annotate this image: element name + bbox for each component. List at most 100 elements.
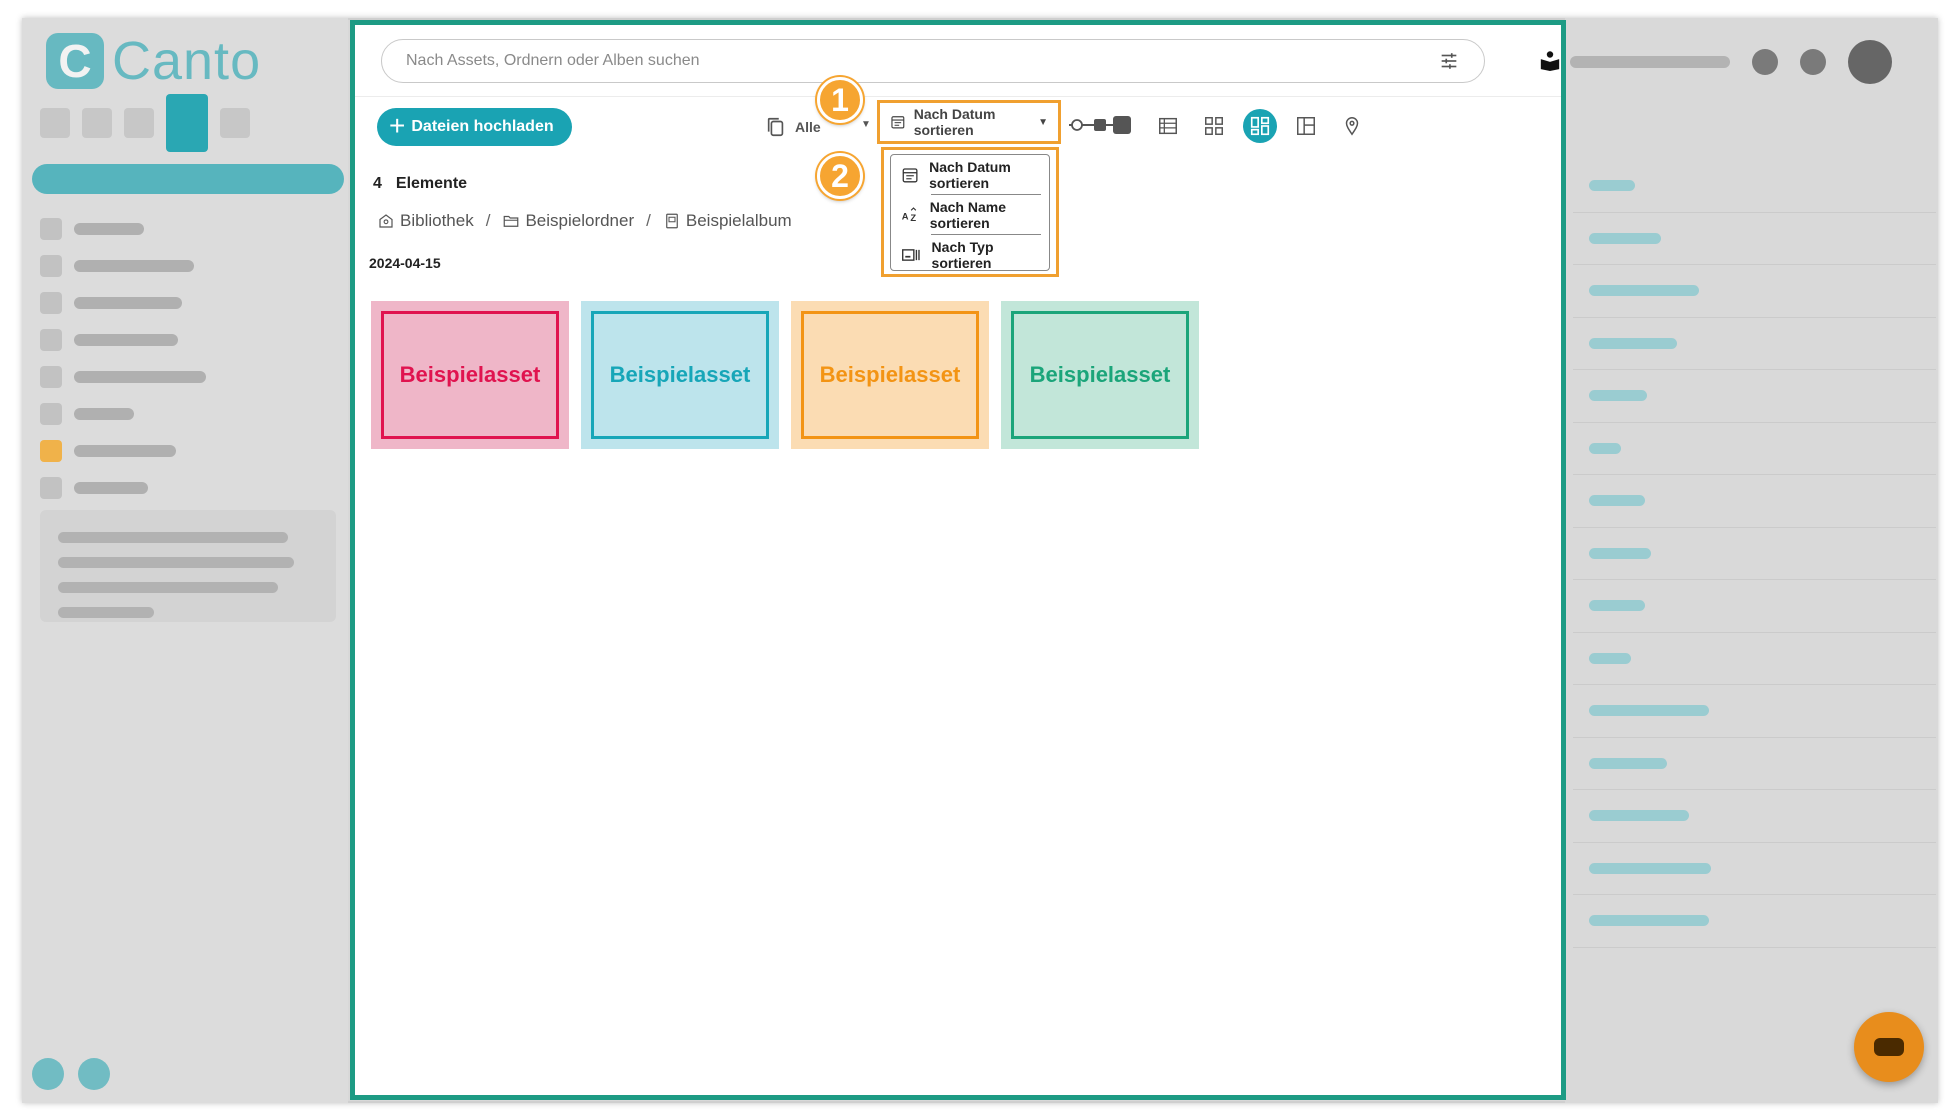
sidebar-item-icon xyxy=(40,365,62,388)
filter-row[interactable] xyxy=(1573,475,1936,528)
chevron-down-icon: ▼ xyxy=(1038,116,1048,128)
asset-tile[interactable]: Beispielasset xyxy=(1001,301,1199,449)
preview-view-button[interactable] xyxy=(1289,109,1323,143)
library-selector-placeholder[interactable] xyxy=(1570,56,1730,68)
filter-label-placeholder xyxy=(1589,810,1689,822)
sidebar-item[interactable] xyxy=(40,321,330,358)
filter-label-placeholder xyxy=(1589,390,1647,402)
asset-tile[interactable]: Beispielasset xyxy=(791,301,989,449)
sidebar-item[interactable] xyxy=(40,247,330,284)
filter-row[interactable] xyxy=(1573,370,1936,423)
sidebar-item[interactable] xyxy=(40,284,330,321)
list-view-button[interactable] xyxy=(1151,109,1185,143)
sort-by-name-option[interactable]: A Z Nach Name sortieren xyxy=(891,195,1049,234)
filter-row[interactable] xyxy=(1573,895,1936,948)
help-icon[interactable] xyxy=(1752,49,1778,75)
chevron-down-icon: ▼ xyxy=(861,119,871,130)
chat-icon xyxy=(1874,1038,1904,1056)
breadcrumb-item-library[interactable]: Bibliothek xyxy=(377,211,474,231)
sidebar-item-icon xyxy=(40,328,62,351)
callout-badge-2: 2 xyxy=(817,153,863,199)
filter-label-placeholder xyxy=(1589,442,1621,454)
date-group-heading: 2024-04-15 xyxy=(369,255,441,271)
filter-row[interactable] xyxy=(1573,423,1936,475)
calendar-icon xyxy=(891,116,905,129)
sidebar-tool-active-icon[interactable] xyxy=(166,94,208,152)
sidebar-tool-icon[interactable] xyxy=(124,108,154,138)
asset-thumbnail: Beispielasset xyxy=(591,311,769,439)
sort-option-label: Nach Typ sortieren xyxy=(931,238,994,271)
search-bar xyxy=(381,39,1485,83)
sort-option-label: Nach Datum sortieren xyxy=(929,158,1011,191)
filter-row[interactable] xyxy=(1573,738,1936,790)
filter-row[interactable] xyxy=(1573,160,1936,213)
logo-mark: C xyxy=(46,33,104,89)
sidebar-item-label-placeholder xyxy=(74,481,148,494)
folder-icon xyxy=(504,215,519,227)
sidebar-item-label-placeholder xyxy=(74,370,206,383)
sidebar-item-icon xyxy=(40,439,62,462)
map-view-button[interactable] xyxy=(1335,109,1369,143)
type-filter-dropdown[interactable]: Alle xyxy=(765,111,821,143)
filter-row[interactable] xyxy=(1573,213,1936,265)
sidebar-item-label-placeholder xyxy=(74,333,178,346)
filter-label-placeholder xyxy=(1589,232,1661,244)
sidebar-item-label-placeholder xyxy=(74,222,144,235)
masonry-view-icon xyxy=(1250,116,1270,136)
breadcrumb-label: Beispielordner xyxy=(525,211,635,230)
help-icon[interactable] xyxy=(32,1058,64,1090)
breadcrumb-item-folder[interactable]: Beispielordner xyxy=(502,211,634,231)
callout-badge-1: 1 xyxy=(817,77,863,123)
sidebar-tool-icon[interactable] xyxy=(40,108,70,138)
info-line-placeholder xyxy=(58,582,278,593)
breadcrumb-label: Beispielalbum xyxy=(685,211,792,230)
sidebar-item[interactable] xyxy=(40,432,330,469)
settings-icon[interactable] xyxy=(78,1058,110,1090)
filter-row[interactable] xyxy=(1573,528,1936,580)
info-line-placeholder xyxy=(58,532,288,543)
upload-button[interactable]: + Dateien hochladen xyxy=(377,108,572,146)
filter-row[interactable] xyxy=(1573,685,1936,738)
sidebar-item-icon xyxy=(40,402,62,425)
top-right-controls xyxy=(1570,40,1892,84)
sort-by-type-option[interactable]: Nach Typ sortieren xyxy=(891,235,1049,274)
breadcrumb-item-album[interactable]: Beispielalbum xyxy=(663,211,792,231)
filter-label-placeholder xyxy=(1589,547,1651,559)
sidebar-item[interactable] xyxy=(40,469,330,506)
filter-settings-icon[interactable] xyxy=(1438,50,1460,72)
sidebar-tool-icon[interactable] xyxy=(220,108,250,138)
asset-tile[interactable]: Beispielasset xyxy=(371,301,569,449)
svg-text:Z: Z xyxy=(910,213,916,223)
thumbnail-size-slider[interactable] xyxy=(1067,113,1133,137)
sort-by-date-option[interactable]: Nach Datum sortieren xyxy=(891,155,1049,194)
asset-tile[interactable]: Beispielasset xyxy=(581,301,779,449)
grid-view-button[interactable] xyxy=(1197,109,1231,143)
masonry-view-button[interactable] xyxy=(1243,109,1277,143)
avatar[interactable] xyxy=(1848,40,1892,84)
bell-icon[interactable] xyxy=(1800,49,1826,75)
filter-row[interactable] xyxy=(1573,265,1936,318)
filter-list xyxy=(1573,160,1936,948)
sidebar-item[interactable] xyxy=(40,395,330,432)
search-input[interactable] xyxy=(406,52,1438,70)
filter-row[interactable] xyxy=(1573,580,1936,633)
sidebar-tool-icon[interactable] xyxy=(82,108,112,138)
filter-label-placeholder xyxy=(1589,285,1699,297)
breadcrumb-separator: / xyxy=(485,211,491,230)
sidebar-item[interactable] xyxy=(40,358,330,395)
sidebar-item[interactable] xyxy=(40,210,330,247)
az-sort-icon: A Z xyxy=(902,206,916,223)
sidebar-item-icon xyxy=(40,217,62,240)
calendar-icon xyxy=(902,167,918,182)
reader-icon[interactable] xyxy=(1539,49,1561,71)
filter-row[interactable] xyxy=(1573,318,1936,370)
filter-row[interactable] xyxy=(1573,790,1936,843)
sort-dropdown[interactable]: Nach Datum sortieren ▼ xyxy=(877,100,1061,144)
canto-logo[interactable]: C Canto xyxy=(46,30,261,92)
chat-button[interactable] xyxy=(1854,1012,1924,1082)
sidebar-item-icon xyxy=(40,291,62,314)
sort-dropdown-label: Nach Datum sortieren xyxy=(913,106,996,138)
sidebar-highlight-pill[interactable] xyxy=(32,164,344,194)
filter-row[interactable] xyxy=(1573,843,1936,895)
filter-row[interactable] xyxy=(1573,633,1936,685)
